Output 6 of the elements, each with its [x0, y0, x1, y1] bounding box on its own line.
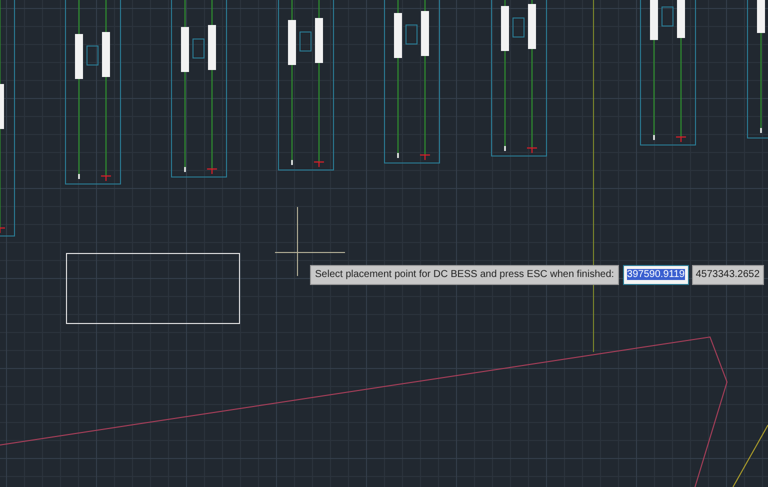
coordinate-field[interactable]: 4573343.2652: [692, 265, 764, 285]
coordinate-field[interactable]: 397590.9119: [623, 265, 689, 285]
crosshair-cursor: [274, 206, 346, 276]
drawing-canvas[interactable]: [0, 0, 768, 487]
command-prompt: Select placement point for DC BESS and press ESC when finished:: [310, 265, 620, 285]
boundary-line: [732, 424, 768, 487]
